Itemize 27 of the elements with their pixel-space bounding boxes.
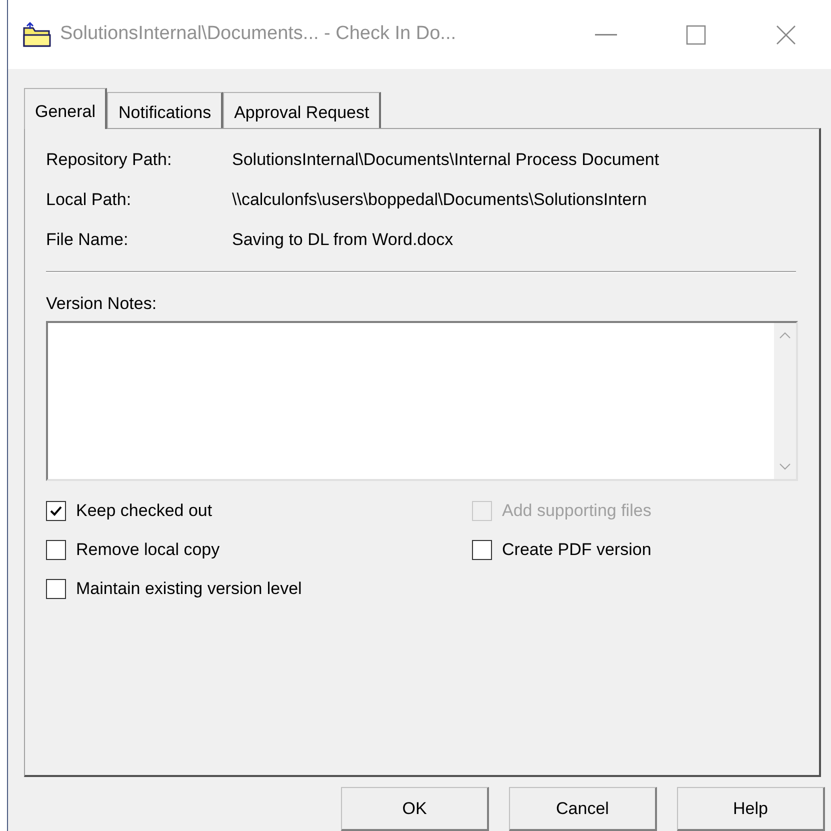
dialog-button[interactable]: Help	[677, 787, 825, 831]
folder-icon	[22, 22, 52, 48]
dialog-button[interactable]: Cancel	[509, 787, 657, 831]
checkmark-icon	[50, 504, 62, 517]
checkbox-label: Add supporting files	[502, 500, 652, 522]
checkbox[interactable]	[46, 578, 66, 599]
field-label: Repository Path:	[46, 149, 173, 172]
checkbox[interactable]	[46, 500, 66, 521]
field-value: SolutionsInternal\Documents\Internal Process Document	[232, 149, 660, 172]
window-title: SolutionsInternal\Documents... - Check In Do...	[60, 22, 456, 46]
tab[interactable]: Approval Request	[223, 92, 382, 128]
field-label: File Name:	[46, 229, 130, 252]
scrollbar[interactable]	[774, 322, 796, 479]
checkbox[interactable]	[472, 540, 492, 560]
tab[interactable]: Notifications	[107, 92, 224, 128]
checkbox-label: Keep checked out	[76, 500, 212, 522]
checkbox[interactable]	[46, 540, 66, 560]
field-value: Saving to DL from Word.docx	[232, 229, 454, 252]
version-notes-label: Version Notes:	[46, 293, 158, 316]
dialog-button[interactable]: OK	[341, 787, 489, 831]
checkbox-label: Maintain existing version level	[76, 578, 302, 600]
tab[interactable]: General	[24, 88, 108, 130]
checkbox-label: Remove local copy	[76, 538, 220, 561]
field-label: Local Path:	[46, 189, 132, 212]
version-notes-field[interactable]	[46, 320, 798, 481]
field-value: \\calculonfs\users\boppedal\Documents\SolutionsIntern	[232, 189, 648, 212]
checkbox-label: Create PDF version	[502, 538, 652, 561]
